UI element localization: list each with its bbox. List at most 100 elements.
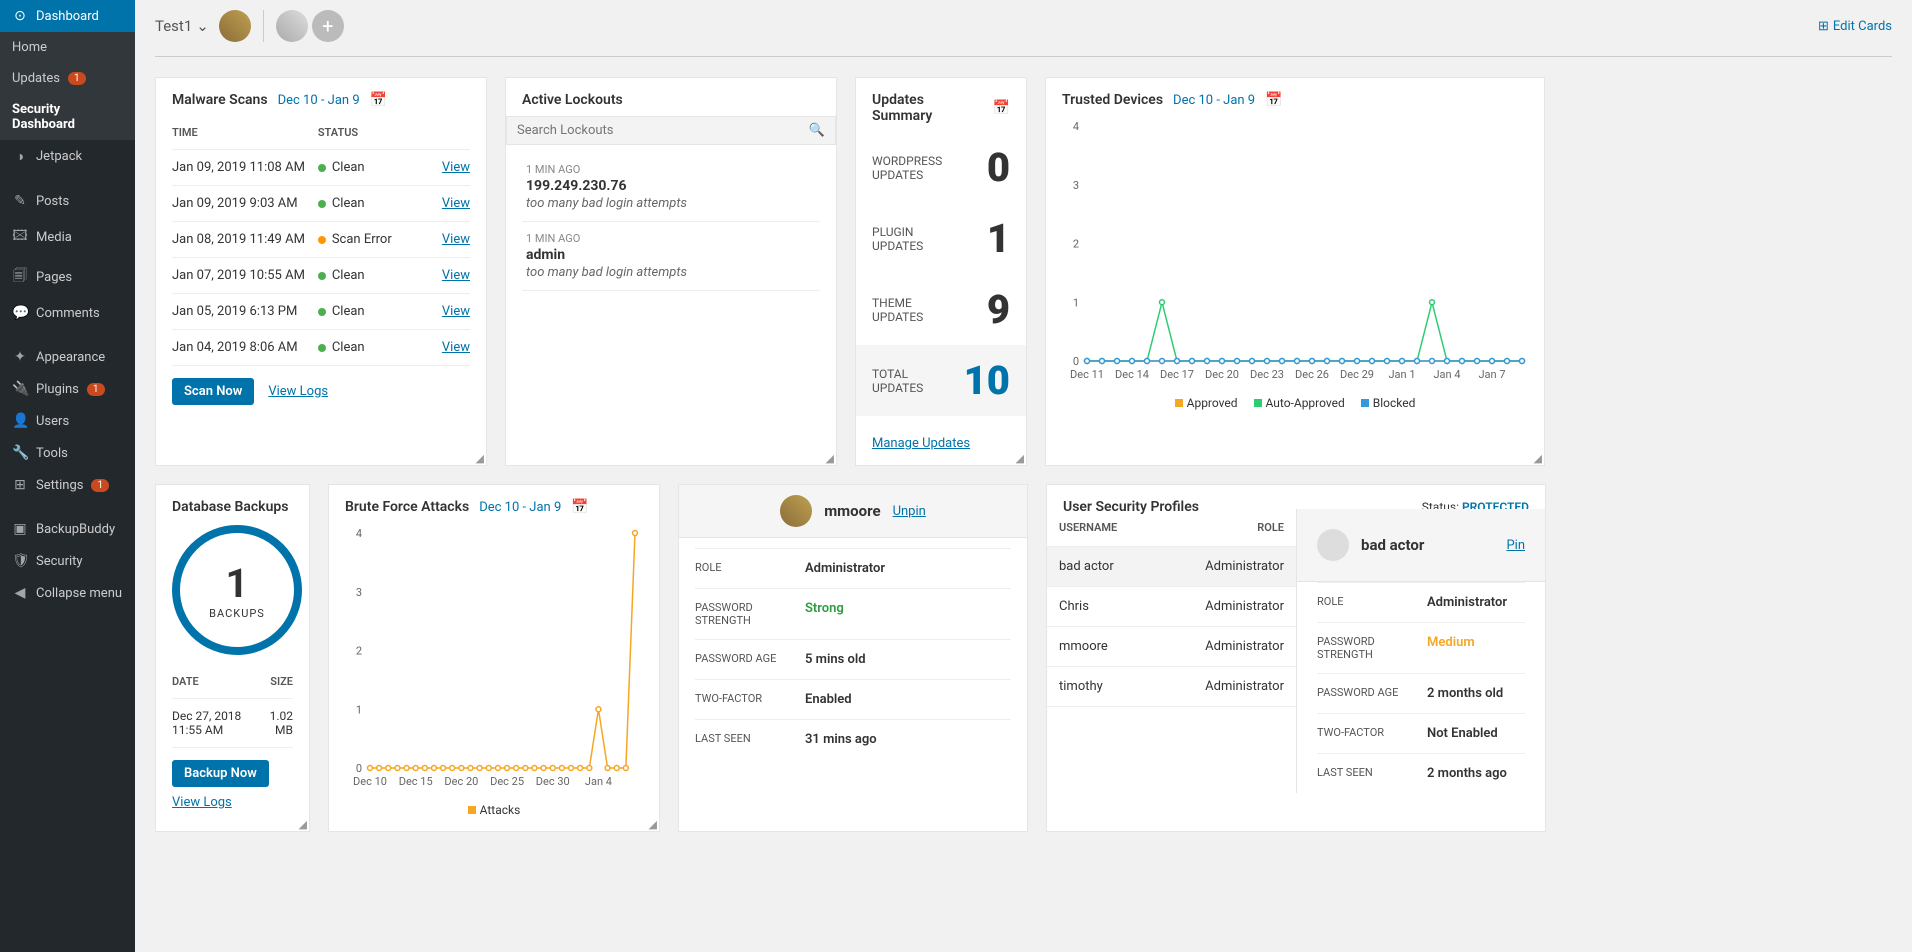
brute-force-chart: 01234Dec 10Dec 15Dec 20Dec 25Dec 30Jan 4 xyxy=(345,523,645,793)
sidebar-item-media[interactable]: 🖾Media xyxy=(0,217,135,257)
unpin-link[interactable]: Unpin xyxy=(893,504,926,519)
svg-text:3: 3 xyxy=(1073,179,1079,192)
svg-text:Dec 20: Dec 20 xyxy=(1205,368,1239,381)
sidebar-item-jetpack[interactable]: ◑Jetpack xyxy=(0,140,135,173)
sidebar-item-collapse[interactable]: ◀Collapse menu xyxy=(0,577,135,609)
scan-time: Jan 09, 2019 11:08 AM xyxy=(172,160,318,175)
view-scan-link[interactable]: View xyxy=(442,268,470,283)
sidebar-item-tools[interactable]: 🔧Tools xyxy=(0,437,135,469)
view-scan-link[interactable]: View xyxy=(442,304,470,319)
sidebar-item-comments[interactable]: 💬Comments xyxy=(0,297,135,329)
date-range[interactable]: Dec 10 - Jan 9 xyxy=(1173,93,1255,108)
svg-text:Dec 29: Dec 29 xyxy=(1340,368,1374,381)
svg-text:Dec 20: Dec 20 xyxy=(444,775,478,788)
view-logs-link[interactable]: View Logs xyxy=(172,795,232,810)
calendar-icon[interactable]: 📅 xyxy=(1265,92,1282,108)
calendar-icon[interactable]: 📅 xyxy=(571,499,588,515)
svg-text:2: 2 xyxy=(1073,238,1079,251)
view-scan-link[interactable]: View xyxy=(442,232,470,247)
wrench-icon: 🔧 xyxy=(12,445,28,461)
view-scan-link[interactable]: View xyxy=(442,340,470,355)
sidebar-item-updates[interactable]: Updates1 xyxy=(0,63,135,94)
grid-icon: ⊞ xyxy=(1818,19,1829,34)
calendar-icon[interactable]: 📅 xyxy=(370,92,387,108)
backup-now-button[interactable]: Backup Now xyxy=(172,760,269,787)
detail-avatar xyxy=(1317,529,1349,561)
profile-row[interactable]: bad actorAdministrator xyxy=(1047,547,1296,587)
profile-row[interactable]: mmooreAdministrator xyxy=(1047,627,1296,667)
sidebar-item-dashboard[interactable]: ⊙Dashboard xyxy=(0,0,135,32)
trusted-devices-card: Trusted DevicesDec 10 - Jan 9📅 01234Dec … xyxy=(1045,77,1545,466)
lockout-time: 1 MIN AGO xyxy=(526,163,816,176)
profile-row[interactable]: timothyAdministrator xyxy=(1047,667,1296,707)
view-scan-link[interactable]: View xyxy=(442,196,470,211)
sidebar-item-pages[interactable]: 🗐Pages xyxy=(0,257,135,297)
svg-text:Dec 30: Dec 30 xyxy=(536,775,570,788)
resize-handle[interactable]: ◢ xyxy=(476,452,484,465)
pin-link[interactable]: Pin xyxy=(1506,538,1525,553)
svg-text:Jan 4: Jan 4 xyxy=(585,775,612,788)
jetpack-icon: ◑ xyxy=(12,148,28,165)
profile-role: Administrator xyxy=(1205,559,1284,574)
profile-row[interactable]: ChrisAdministrator xyxy=(1047,587,1296,627)
svg-text:2: 2 xyxy=(356,645,362,658)
profile-username: bad actor xyxy=(1059,559,1205,574)
lockout-target: 199.249.230.76 xyxy=(526,178,816,194)
sidebar-item-security[interactable]: 🛡Security xyxy=(0,545,135,577)
comment-icon: 💬 xyxy=(12,305,28,321)
profile-username: timothy xyxy=(1059,679,1205,694)
date-range[interactable]: Dec 10 - Jan 9 xyxy=(479,500,561,515)
scan-status: Clean xyxy=(332,304,365,319)
media-icon: 🖾 xyxy=(12,225,28,249)
page-icon: 🗐 xyxy=(12,265,28,289)
card-title: Database Backups xyxy=(172,499,288,515)
resize-handle[interactable]: ◢ xyxy=(299,818,307,831)
sidebar-item-backupbuddy[interactable]: ▣BackupBuddy xyxy=(0,513,135,545)
svg-text:0: 0 xyxy=(356,762,362,775)
site-switcher[interactable]: Test1⌄ xyxy=(155,17,209,35)
svg-text:Jan 1: Jan 1 xyxy=(1388,368,1415,381)
scan-now-button[interactable]: Scan Now xyxy=(172,378,254,405)
scan-time: Jan 07, 2019 10:55 AM xyxy=(172,268,318,283)
active-lockouts-card: Active Lockouts 🔍 1 MIN AGO199.249.230.7… xyxy=(505,77,837,466)
lockout-item[interactable]: 1 MIN AGO199.249.230.76too many bad logi… xyxy=(522,153,820,222)
search-lockouts-input[interactable] xyxy=(517,123,809,138)
malware-row: Jan 07, 2019 10:55 AMCleanView xyxy=(172,258,470,294)
pinned-pw-age: 5 mins old xyxy=(805,652,866,667)
view-logs-link[interactable]: View Logs xyxy=(268,384,328,399)
lockout-target: admin xyxy=(526,247,816,263)
view-scan-link[interactable]: View xyxy=(442,160,470,175)
avatar-2[interactable] xyxy=(276,10,308,42)
svg-text:4: 4 xyxy=(1073,120,1079,133)
col-status-header: STATUS xyxy=(318,126,430,139)
resize-handle[interactable]: ◢ xyxy=(1016,452,1024,465)
resize-handle[interactable]: ◢ xyxy=(649,818,657,831)
pinned-role: Administrator xyxy=(805,561,885,576)
status-dot xyxy=(318,236,326,244)
edit-cards-button[interactable]: ⊞Edit Cards xyxy=(1818,19,1892,34)
sidebar-item-home[interactable]: Home xyxy=(0,32,135,63)
lockout-time: 1 MIN AGO xyxy=(526,232,816,245)
sidebar-item-plugins[interactable]: 🔌Plugins1 xyxy=(0,373,135,405)
search-icon[interactable]: 🔍 xyxy=(809,123,825,138)
sidebar-item-settings[interactable]: ⊞Settings1 xyxy=(0,469,135,501)
divider xyxy=(263,10,264,42)
sidebar-item-posts[interactable]: ✎Posts xyxy=(0,185,135,217)
manage-updates-link[interactable]: Manage Updates xyxy=(872,436,970,451)
date-range[interactable]: Dec 10 - Jan 9 xyxy=(278,93,360,108)
resize-handle[interactable]: ◢ xyxy=(1534,452,1542,465)
malware-row: Jan 04, 2019 8:06 AMCleanView xyxy=(172,330,470,366)
status-dot xyxy=(318,308,326,316)
svg-text:Dec 23: Dec 23 xyxy=(1250,368,1284,381)
avatar-1[interactable] xyxy=(219,10,251,42)
sidebar-item-security-dashboard[interactable]: Security Dashboard xyxy=(0,94,135,140)
calendar-icon[interactable]: 📅 xyxy=(993,100,1010,116)
svg-text:0: 0 xyxy=(1073,355,1079,368)
sidebar-item-users[interactable]: 👤Users xyxy=(0,405,135,437)
plugins-badge: 1 xyxy=(87,383,105,396)
add-site-button[interactable]: + xyxy=(312,10,344,42)
sidebar-item-appearance[interactable]: ✦Appearance xyxy=(0,341,135,373)
resize-handle[interactable]: ◢ xyxy=(826,452,834,465)
card-title: Updates Summary xyxy=(872,92,983,124)
lockout-item[interactable]: 1 MIN AGOadmintoo many bad login attempt… xyxy=(522,222,820,291)
